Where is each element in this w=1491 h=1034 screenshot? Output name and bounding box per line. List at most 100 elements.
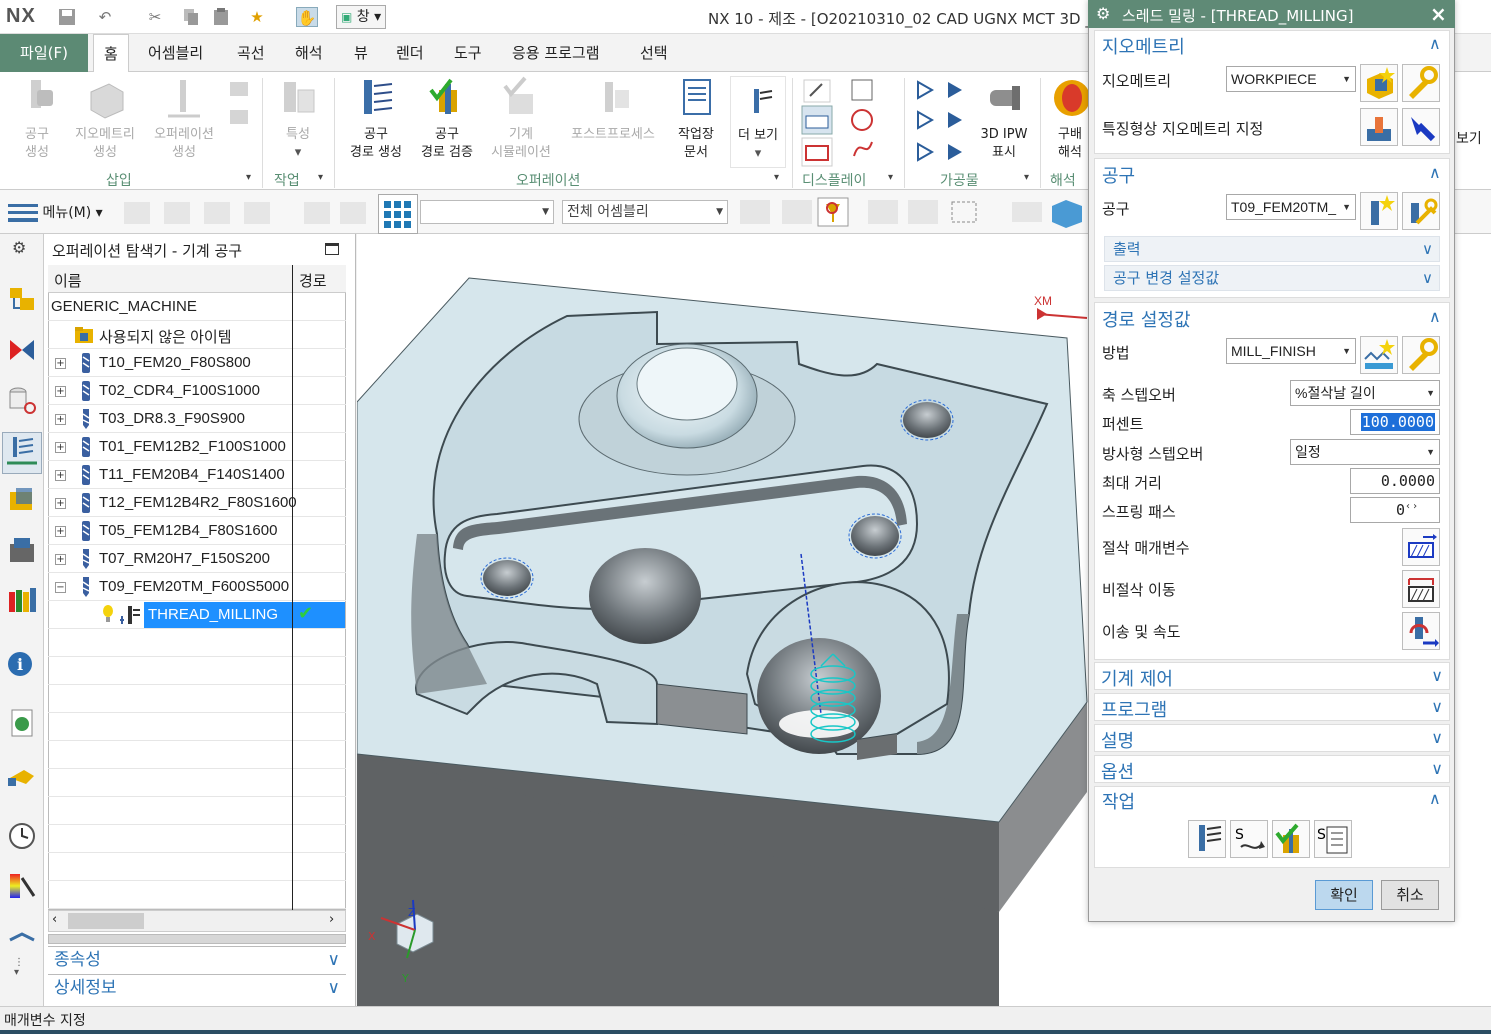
dialog-close-icon[interactable]: × [1430, 2, 1447, 26]
roles-icon[interactable] [6, 920, 38, 952]
expand-icon[interactable]: + [55, 414, 66, 425]
new-method-button[interactable] [1360, 336, 1398, 374]
workpiece-mini-icons[interactable] [912, 76, 974, 170]
dependencies-panel-header[interactable]: 종속성 ∨ [48, 946, 346, 972]
group-display-dropdown[interactable]: ▾ [888, 172, 893, 183]
scrollbar-thumb[interactable] [68, 913, 144, 929]
group-item-dropdown[interactable]: ▾ [318, 172, 323, 183]
window-menu[interactable]: ▣ 창 ▾ [336, 5, 387, 29]
expand-icon[interactable]: + [55, 554, 66, 565]
new-tool-button[interactable] [1360, 192, 1398, 230]
grid-icon[interactable] [378, 194, 418, 234]
operation-navigator-icon[interactable] [2, 432, 42, 474]
tab-render[interactable]: 렌더 [386, 34, 434, 72]
tab-analysis[interactable]: 해석 [285, 34, 333, 72]
collapse-icon[interactable]: − [55, 582, 66, 593]
edit-tool-button[interactable] [1402, 192, 1440, 230]
type-filter-dropdown[interactable]: ▼ [420, 200, 554, 224]
cutting-parameters-button[interactable] [1402, 528, 1440, 566]
new-geometry-button[interactable] [1360, 64, 1398, 102]
paste-icon[interactable] [210, 7, 232, 27]
column-path[interactable]: 경로 [299, 270, 327, 291]
verify-button[interactable] [1272, 820, 1310, 858]
feeds-speeds-button[interactable] [1402, 612, 1440, 650]
cut-icon[interactable]: ✂ [144, 7, 166, 27]
save-icon[interactable] [56, 7, 78, 27]
tab-view[interactable]: 뷰 [344, 34, 378, 72]
ok-button[interactable]: 확인 [1315, 880, 1373, 910]
web-browser-icon[interactable] [6, 706, 38, 738]
tool-section-header[interactable]: 공구 [1102, 162, 1135, 188]
assembly-navigator-icon[interactable] [6, 282, 38, 314]
info-icon[interactable]: i [6, 646, 38, 678]
geometry-section-header[interactable]: 지오메트리 [1102, 33, 1185, 59]
column-name[interactable]: 이름 [54, 270, 82, 291]
generate-button[interactable] [1188, 820, 1226, 858]
panel-splitter[interactable] [48, 934, 346, 944]
part-navigator-icon[interactable] [6, 384, 38, 416]
expand-icon[interactable]: + [55, 470, 66, 481]
dialog-settings-icon[interactable]: ⚙ [1096, 4, 1110, 23]
insert-mini-icons[interactable] [228, 78, 252, 138]
star-icon[interactable]: ★ [246, 7, 268, 27]
machine-control-section[interactable]: 기계 제어 ∨ [1094, 662, 1450, 690]
column-divider[interactable] [292, 265, 293, 910]
more-label-right[interactable]: 보기 [1456, 128, 1482, 148]
tab-home[interactable]: 홈 [93, 34, 129, 73]
axial-stepover-dropdown[interactable]: %절삭날 길이 ▼ [1290, 380, 1440, 406]
edit-method-button[interactable] [1402, 336, 1440, 374]
machine-simulation-button[interactable]: 기계 시뮬레이션 [484, 76, 558, 162]
properties-button[interactable]: 특성 ▾ [270, 76, 326, 162]
postprocess-button[interactable]: 포스트프로세스 [562, 76, 664, 144]
radial-stepover-dropdown[interactable]: 일정 ▼ [1290, 439, 1440, 465]
create-operation-button[interactable]: 오퍼레이션 생성 [146, 76, 222, 162]
group-operations-dropdown[interactable]: ▾ [774, 172, 779, 183]
shop-doc-button[interactable]: 작업장 문서 [668, 76, 724, 162]
chevron-up-icon[interactable]: ∧ [1429, 34, 1441, 53]
tab-tools[interactable]: 도구 [444, 34, 492, 72]
expand-icon[interactable]: + [55, 442, 66, 453]
generate-toolpath-button[interactable]: 공구 경로 생성 [342, 76, 410, 162]
details-panel-header[interactable]: 상세정보 ∨ [48, 974, 346, 1000]
resource-settings-icon[interactable]: ⚙ [12, 238, 26, 257]
maximize-icon[interactable] [325, 243, 339, 255]
cancel-button[interactable]: 취소 [1381, 880, 1439, 910]
non-cutting-moves-button[interactable] [1402, 570, 1440, 608]
expand-icon[interactable]: + [55, 526, 66, 537]
expand-icon[interactable]: + [55, 358, 66, 369]
library-icon[interactable] [6, 534, 38, 566]
output-subsection[interactable]: 출력 ∨ [1104, 236, 1440, 262]
menu-button[interactable]: 메뉴(M) ▾ [8, 200, 108, 226]
group-insert-dropdown[interactable]: ▾ [246, 172, 251, 183]
tab-application[interactable]: 응용 프로그램 [502, 34, 610, 72]
tab-assembly[interactable]: 어셈블리 [138, 34, 213, 72]
draft-analysis-button[interactable]: 구배 해석 [1048, 76, 1092, 162]
selection-mini-icons[interactable] [120, 196, 280, 228]
percent-input[interactable]: 100.0000 [1350, 409, 1440, 435]
scroll-left-icon[interactable]: ‹ [52, 912, 57, 927]
tool-change-subsection[interactable]: 공구 변경 설정값 ∨ [1104, 265, 1440, 291]
hand-icon[interactable] [6, 760, 38, 792]
history-clock-icon[interactable] [6, 820, 38, 852]
tool-dropdown[interactable]: T09_FEM20TM_ ▼ [1226, 194, 1356, 220]
show-3d-ipw-button[interactable]: 3D IPW 표시 [976, 76, 1032, 162]
scroll-right-icon[interactable]: › [329, 912, 334, 927]
max-distance-input[interactable]: 0.0000 [1350, 468, 1440, 494]
touch-mode-icon[interactable]: ✋ [296, 7, 318, 27]
tab-selection[interactable]: 선택 [630, 34, 678, 72]
copy-icon[interactable] [180, 7, 202, 27]
replay-button[interactable]: S [1230, 820, 1268, 858]
method-dropdown[interactable]: MILL_FINISH ▼ [1226, 338, 1356, 364]
chevron-up-icon[interactable]: ∧ [1429, 307, 1441, 326]
chevron-up-icon[interactable]: ∧ [1429, 789, 1441, 808]
resource-bar-overflow-icon[interactable]: ⋮ ▾ [14, 958, 24, 978]
expand-icon[interactable]: + [55, 386, 66, 397]
color-palette-icon[interactable] [6, 870, 38, 902]
expand-icon[interactable]: + [55, 498, 66, 509]
create-geometry-button[interactable]: 지오메트리 생성 [68, 76, 142, 162]
scope-dropdown[interactable]: 전체 어셈블리 ▼ [562, 200, 728, 224]
constraint-navigator-icon[interactable] [6, 334, 38, 366]
verify-toolpath-button[interactable]: 공구 경로 검증 [414, 76, 480, 162]
undo-icon[interactable]: ↶ [94, 7, 116, 27]
geometry-dropdown[interactable]: WORKPIECE ▼ [1226, 66, 1356, 92]
